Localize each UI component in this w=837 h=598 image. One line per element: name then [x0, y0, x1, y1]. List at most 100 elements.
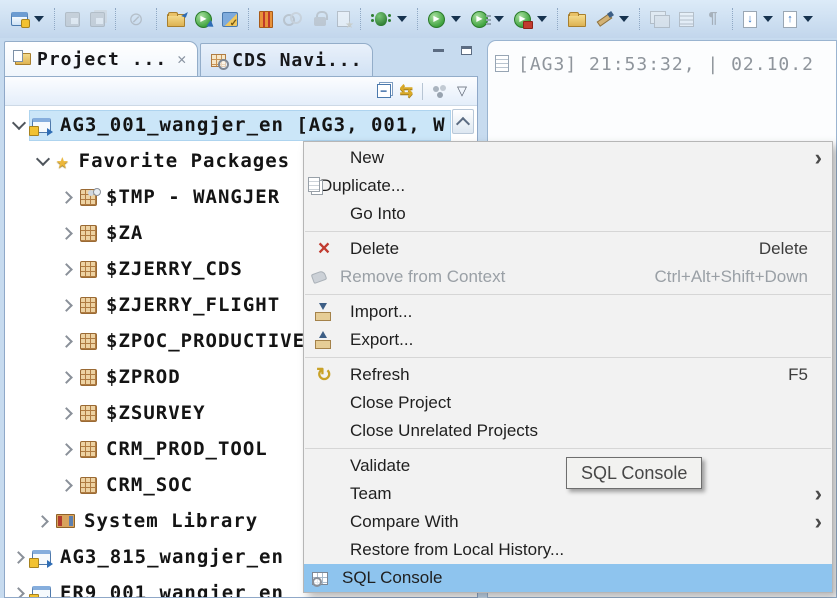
menu-item-label: SQL Console	[342, 568, 822, 588]
remove-context-icon	[311, 270, 328, 284]
menu-item-go-into[interactable]: Go Into	[304, 200, 832, 228]
menu-item-close-project[interactable]: Close Project	[304, 389, 832, 417]
dropdown-arrow-icon[interactable]	[619, 16, 629, 22]
maximize-view-icon[interactable]	[456, 42, 476, 58]
toolbar-separator	[417, 8, 418, 30]
show-source-icon	[679, 12, 694, 27]
dropdown-arrow-icon[interactable]	[451, 16, 461, 22]
chevron-right-icon[interactable]	[9, 583, 29, 597]
menu-item-delete[interactable]: ×DeleteDelete	[304, 235, 832, 263]
save-icon	[65, 12, 80, 27]
document-icon	[495, 55, 509, 72]
chevron-right-icon[interactable]	[57, 367, 77, 387]
project-icon	[32, 586, 51, 598]
link-with-editor-icon[interactable]: ⇆	[400, 81, 413, 101]
chevron-right-icon[interactable]	[57, 259, 77, 279]
chevron-right-icon[interactable]	[57, 295, 77, 315]
focus-related-objects-icon[interactable]	[432, 84, 448, 98]
package-glasses-icon	[80, 189, 97, 206]
minimize-view-icon[interactable]	[428, 42, 448, 58]
console-header-text: [AG3] 21:53:32, | 02.10.2	[518, 54, 814, 75]
tree-item-label: ER9_001_wangjer_en	[60, 582, 284, 597]
console-header-line: [AG3] 21:53:32, | 02.10.2	[488, 41, 836, 75]
library-icon	[56, 514, 75, 528]
activate-button[interactable]: ▶	[192, 9, 215, 30]
tree-item-label: $ZA	[106, 222, 143, 244]
open-resource-button[interactable]	[565, 9, 589, 29]
open-resource-icon	[568, 14, 586, 27]
project-icon	[32, 118, 51, 133]
view-window-buttons	[428, 42, 476, 58]
menu-item-close-unrelated-projects[interactable]: Close Unrelated Projects	[304, 417, 832, 445]
tree-item-label: $ZJERRY_FLIGHT	[106, 294, 280, 316]
dropdown-arrow-icon[interactable]	[537, 16, 547, 22]
chevron-right-icon[interactable]	[9, 547, 29, 567]
dropdown-arrow-icon[interactable]	[397, 16, 407, 22]
submenu-arrow-icon: ›	[808, 511, 822, 533]
menu-item-label: Refresh	[350, 365, 788, 385]
view-menu-icon[interactable]: ▽	[457, 83, 467, 99]
activate-multiple-button[interactable]	[219, 10, 241, 29]
tree-item-label: System Library	[84, 510, 258, 532]
tree-item-label: $ZPROD	[106, 366, 181, 388]
tree-item-label: AG3_001_wangjer_en [AG3, 001, W	[60, 114, 446, 136]
chevron-down-icon[interactable]	[33, 151, 53, 171]
dropdown-arrow-icon[interactable]	[494, 16, 504, 22]
menu-item-new[interactable]: New›	[304, 144, 832, 172]
next-annotation-button[interactable]: ↓	[740, 9, 776, 30]
chevron-right-icon[interactable]	[57, 475, 77, 495]
menu-item-restore-from-local-history[interactable]: Restore from Local History...	[304, 536, 832, 564]
debug-button[interactable]	[368, 10, 410, 28]
tree-item-ag3-001-wangjer-en-ag3-001-w[interactable]: AG3_001_wangjer_en [AG3, 001, W	[5, 107, 477, 143]
menu-item-duplicate[interactable]: Duplicate...	[304, 172, 832, 200]
chevron-right-icon[interactable]	[57, 187, 77, 207]
cds-navigator-icon	[211, 54, 226, 67]
chevron-right-icon[interactable]	[33, 511, 53, 531]
run-button[interactable]: ▶	[425, 9, 464, 30]
scrollbar-up-arrow[interactable]	[452, 109, 474, 134]
tab-project-explorer[interactable]: Project ... ✕	[4, 41, 198, 76]
open-abap-development-object-button[interactable]	[164, 9, 188, 29]
tree-item-label: $ZJERRY_CDS	[106, 258, 243, 280]
chevron-down-icon[interactable]	[9, 115, 29, 135]
close-tab-icon[interactable]: ✕	[177, 50, 187, 68]
previous-annotation-button[interactable]: ↑	[780, 9, 816, 30]
dropdown-arrow-icon[interactable]	[763, 16, 773, 22]
package-icon	[80, 441, 97, 458]
profile-button[interactable]: ▶	[511, 9, 550, 30]
format-brush-button[interactable]	[593, 9, 632, 29]
package-icon	[80, 261, 97, 278]
menu-item-remove-from-context[interactable]: Remove from ContextCtrl+Alt+Shift+Down	[304, 263, 832, 291]
menu-item-import[interactable]: Import...	[304, 298, 832, 326]
abap-dictionary-button[interactable]	[256, 9, 276, 30]
menu-shortcut: F5	[788, 365, 808, 385]
link-with-editor-button	[647, 9, 672, 29]
menu-icon-spacer	[312, 421, 336, 441]
menu-item-sql-console[interactable]: SQL Console	[304, 564, 832, 592]
chevron-right-icon[interactable]	[57, 439, 77, 459]
tab-cds-navigator[interactable]: CDS Navi...	[200, 43, 373, 76]
star-icon: ★	[56, 151, 70, 172]
tree-item-label: $ZSURVEY	[106, 402, 206, 424]
menu-item-label: Restore from Local History...	[350, 540, 822, 560]
transport-organizer-button	[280, 10, 306, 28]
menu-item-label: New	[350, 148, 808, 168]
favorite-object-button	[334, 9, 353, 29]
menu-item-refresh[interactable]: ↻RefreshF5	[304, 361, 832, 389]
tree-item-label: $ZPOC_PRODUCTIVE	[106, 330, 305, 352]
toolbar-separator	[115, 8, 116, 30]
dropdown-arrow-icon[interactable]	[34, 16, 44, 22]
menu-item-label: Close Unrelated Projects	[350, 421, 822, 441]
menu-item-compare-with[interactable]: Compare With›	[304, 508, 832, 536]
menu-item-export[interactable]: Export...	[304, 326, 832, 354]
chevron-right-icon[interactable]	[57, 403, 77, 423]
run-configurations-button[interactable]: ▶	[468, 9, 507, 30]
chevron-right-icon[interactable]	[57, 223, 77, 243]
menu-item-label: Close Project	[350, 393, 822, 413]
chevron-right-icon[interactable]	[57, 331, 77, 351]
run-icon: ▶	[428, 11, 445, 28]
dropdown-arrow-icon[interactable]	[803, 16, 813, 22]
project-icon	[32, 550, 51, 565]
collapse-all-icon[interactable]: −	[377, 84, 391, 98]
new-wizard-button[interactable]	[8, 10, 47, 28]
